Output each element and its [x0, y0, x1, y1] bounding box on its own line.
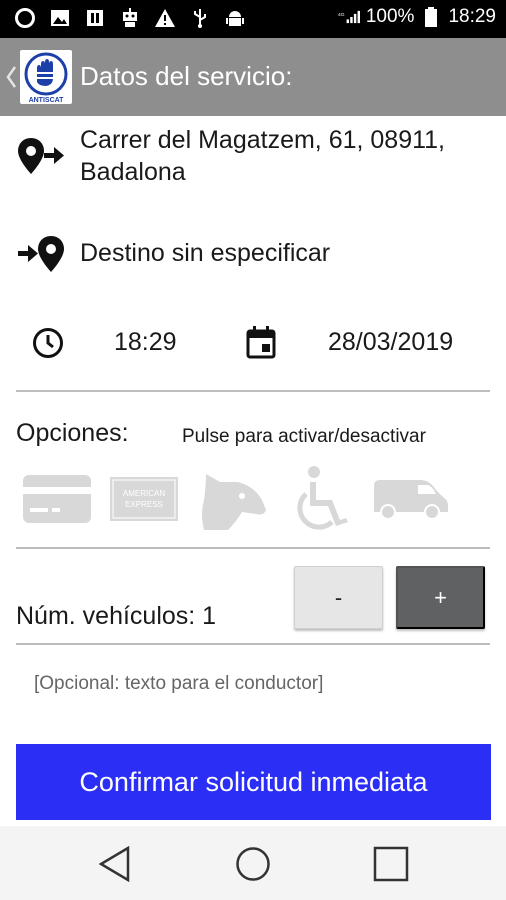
battery-percent: 100%: [365, 6, 415, 27]
signal-icon: 4G: [338, 6, 360, 28]
wheelchair-icon[interactable]: [292, 464, 354, 539]
status-bar-left: [14, 7, 246, 29]
page-title: Datos del servicio:: [80, 61, 293, 91]
divider: [16, 547, 490, 549]
pause-icon: [84, 7, 106, 29]
divider: [16, 390, 490, 392]
options-icons: AMERICAN EXPRESS: [20, 462, 460, 534]
decrease-vehicles-button[interactable]: -: [294, 566, 383, 629]
status-bar: 4G 100% 18:29: [0, 0, 506, 38]
hand-logo-icon: ANTISCAT: [24, 52, 68, 104]
confirm-request-button[interactable]: Confirmar solicitud inmediata: [16, 744, 491, 820]
origin-address[interactable]: Carrer del Magatzem, 61, 08911, Badalona: [80, 124, 445, 188]
image-icon: [49, 7, 71, 29]
destination-arrow-pin-icon: [16, 234, 66, 281]
recents-nav-icon[interactable]: [373, 846, 409, 887]
credit-card-icon[interactable]: [22, 474, 92, 529]
options-label: Opciones:: [16, 419, 129, 447]
navigation-bar: [0, 826, 506, 900]
status-bar-right: 4G 100% 18:29: [338, 6, 496, 28]
origin-pin-arrow-icon: [16, 136, 66, 183]
calendar-icon[interactable]: [245, 325, 277, 364]
increase-vehicles-button[interactable]: +: [396, 566, 485, 629]
options-hint: Pulse para activar/desactivar: [182, 426, 426, 447]
usb-icon: [189, 7, 211, 29]
warning-icon: [154, 7, 176, 29]
destination-text[interactable]: Destino sin especificar: [80, 239, 330, 268]
circle-icon: [14, 7, 36, 29]
van-icon[interactable]: [370, 478, 450, 525]
divider: [16, 643, 490, 645]
date-value[interactable]: 28/03/2019: [328, 328, 453, 357]
origin-address-line-2: Badalona: [80, 158, 186, 186]
vehicles-count-label: Núm. vehículos: 1: [16, 602, 217, 630]
american-express-icon[interactable]: AMERICAN EXPRESS: [110, 477, 178, 526]
driver-note-input[interactable]: [16, 662, 490, 706]
app-logo[interactable]: ANTISCAT: [20, 50, 72, 104]
back-nav-icon[interactable]: [98, 845, 132, 887]
battery-icon: [420, 6, 442, 28]
status-time: 18:29: [448, 6, 496, 27]
dog-icon[interactable]: [198, 464, 270, 539]
logo-text: ANTISCAT: [29, 97, 65, 104]
back-chevron-icon[interactable]: [4, 64, 18, 90]
origin-address-line-1: Carrer del Magatzem, 61, 08911,: [80, 126, 446, 154]
amex-text-line-2: EXPRESS: [125, 500, 163, 509]
amex-text-line-1: AMERICAN: [123, 489, 165, 498]
android-icon: [224, 7, 246, 29]
clock-icon[interactable]: [32, 327, 64, 364]
home-nav-icon[interactable]: [235, 846, 271, 887]
svg-text:4G: 4G: [338, 12, 345, 18]
time-value[interactable]: 18:29: [114, 328, 177, 357]
action-bar: ANTISCAT Datos del servicio:: [0, 38, 506, 116]
robot-icon: [119, 7, 141, 29]
